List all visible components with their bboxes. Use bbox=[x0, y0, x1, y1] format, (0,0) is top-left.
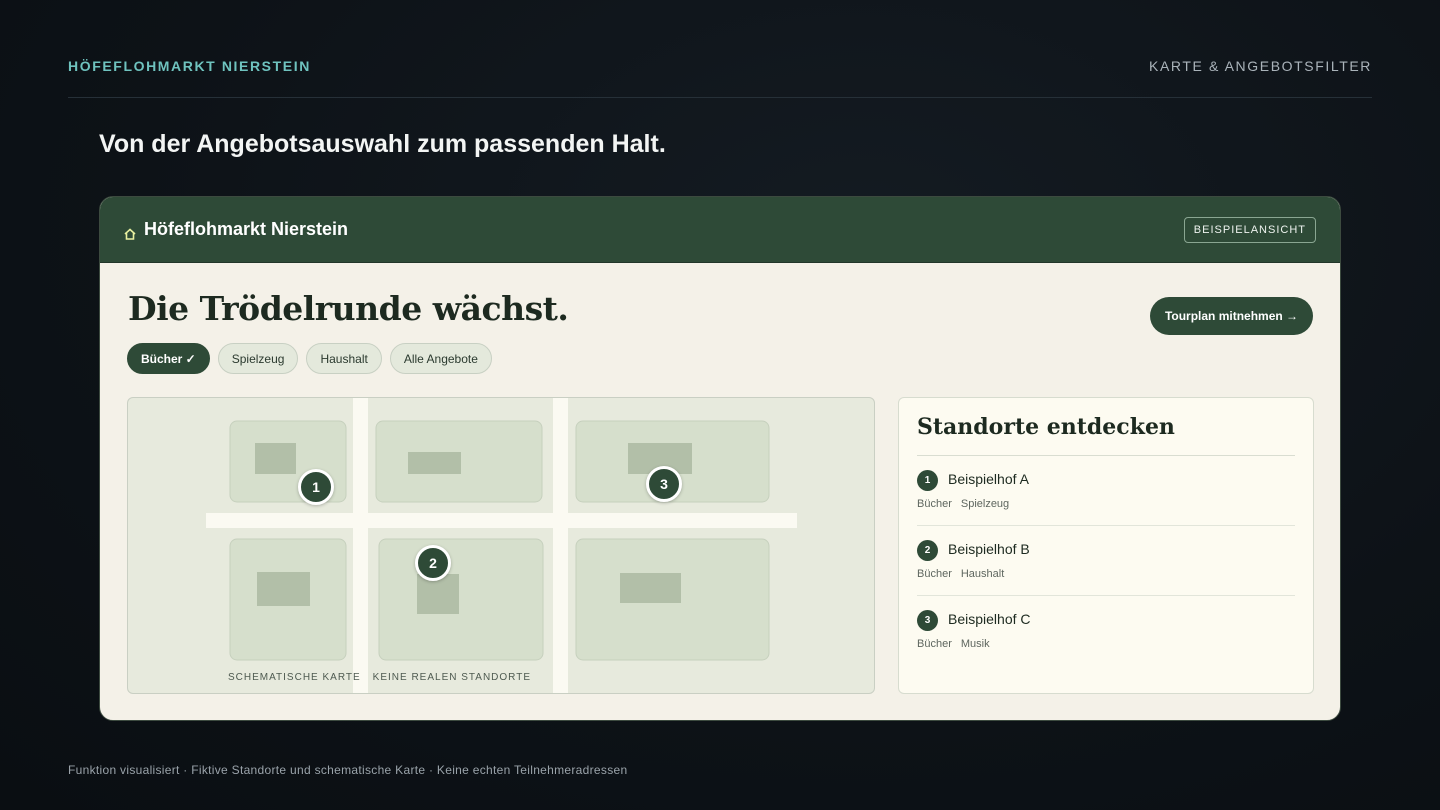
location-tag: Spielzeug bbox=[960, 498, 1010, 510]
footer-note: Funktion visualisiert · Fiktive Standort… bbox=[68, 763, 628, 777]
location-tags: Bücher Spielzeug bbox=[917, 498, 1009, 510]
filter-chips: Bücher ✓ Spielzeug Haushalt Alle Angebot… bbox=[127, 343, 492, 374]
map-marker-3[interactable]: 3 bbox=[646, 466, 682, 502]
panel-title: Standorte entdecken bbox=[917, 398, 1295, 456]
app-window: Höfeflohmarkt Nierstein BEISPIELANSICHT … bbox=[99, 196, 1341, 721]
example-view-badge: BEISPIELANSICHT bbox=[1183, 216, 1316, 243]
brand-label: HÖFEFLOHMARKT NIERSTEIN bbox=[68, 58, 311, 74]
location-tags: Bücher Musik bbox=[917, 638, 990, 650]
home-icon bbox=[124, 224, 136, 240]
location-item[interactable]: 1 Beispielhof A Bücher Spielzeug bbox=[917, 456, 1295, 526]
location-tag: Bücher bbox=[917, 638, 952, 650]
location-number: 3 bbox=[917, 610, 938, 631]
location-tag: Musik bbox=[960, 638, 990, 650]
location-item[interactable]: 3 Beispielhof C Bücher Musik bbox=[917, 596, 1295, 666]
map-caption-schematic: SCHEMATISCHE KARTE bbox=[228, 672, 361, 683]
map-caption-no-real: KEINE REALEN STANDORTE bbox=[372, 672, 531, 683]
app-header: Höfeflohmarkt Nierstein BEISPIELANSICHT bbox=[100, 197, 1340, 263]
location-name: Beispielhof A bbox=[948, 471, 1029, 487]
location-number: 1 bbox=[917, 470, 938, 491]
map-marker-2[interactable]: 2 bbox=[415, 545, 451, 581]
tourplan-button[interactable]: Tourplan mitnehmen → bbox=[1150, 297, 1313, 335]
filter-chip-haushalt[interactable]: Haushalt bbox=[306, 343, 382, 374]
schematic-map[interactable]: 1 2 3 SCHEMATISCHE KARTE KEINE REALEN ST… bbox=[127, 397, 875, 694]
filter-chip-alle[interactable]: Alle Angebote bbox=[389, 343, 492, 374]
app-title-text: Höfeflohmarkt Nierstein bbox=[144, 219, 349, 239]
section-label: KARTE & ANGEBOTSFILTER bbox=[1149, 58, 1372, 74]
page-heading: Die Trödelrunde wächst. bbox=[128, 289, 569, 328]
top-bar: HÖFEFLOHMARKT NIERSTEIN KARTE & ANGEBOTS… bbox=[68, 58, 1372, 98]
filter-chip-buecher[interactable]: Bücher ✓ bbox=[127, 343, 210, 374]
location-tag: Bücher bbox=[917, 568, 952, 580]
map-marker-1[interactable]: 1 bbox=[298, 469, 334, 505]
locations-panel: Standorte entdecken 1 Beispielhof A Büch… bbox=[898, 397, 1314, 694]
location-name: Beispielhof B bbox=[948, 541, 1030, 557]
location-name: Beispielhof C bbox=[948, 611, 1031, 627]
slide-headline: Von der Angebotsauswahl zum passenden Ha… bbox=[99, 130, 666, 158]
filter-chip-spielzeug[interactable]: Spielzeug bbox=[217, 343, 299, 374]
map-graphic bbox=[206, 398, 797, 693]
location-tag: Bücher bbox=[917, 498, 952, 510]
app-title[interactable]: Höfeflohmarkt Nierstein bbox=[124, 219, 348, 240]
location-number: 2 bbox=[917, 540, 938, 561]
location-tag: Haushalt bbox=[960, 568, 1005, 580]
location-tags: Bücher Haushalt bbox=[917, 568, 1004, 580]
map-caption: SCHEMATISCHE KARTE KEINE REALEN STANDORT… bbox=[228, 672, 531, 683]
location-item[interactable]: 2 Beispielhof B Bücher Haushalt bbox=[917, 526, 1295, 596]
